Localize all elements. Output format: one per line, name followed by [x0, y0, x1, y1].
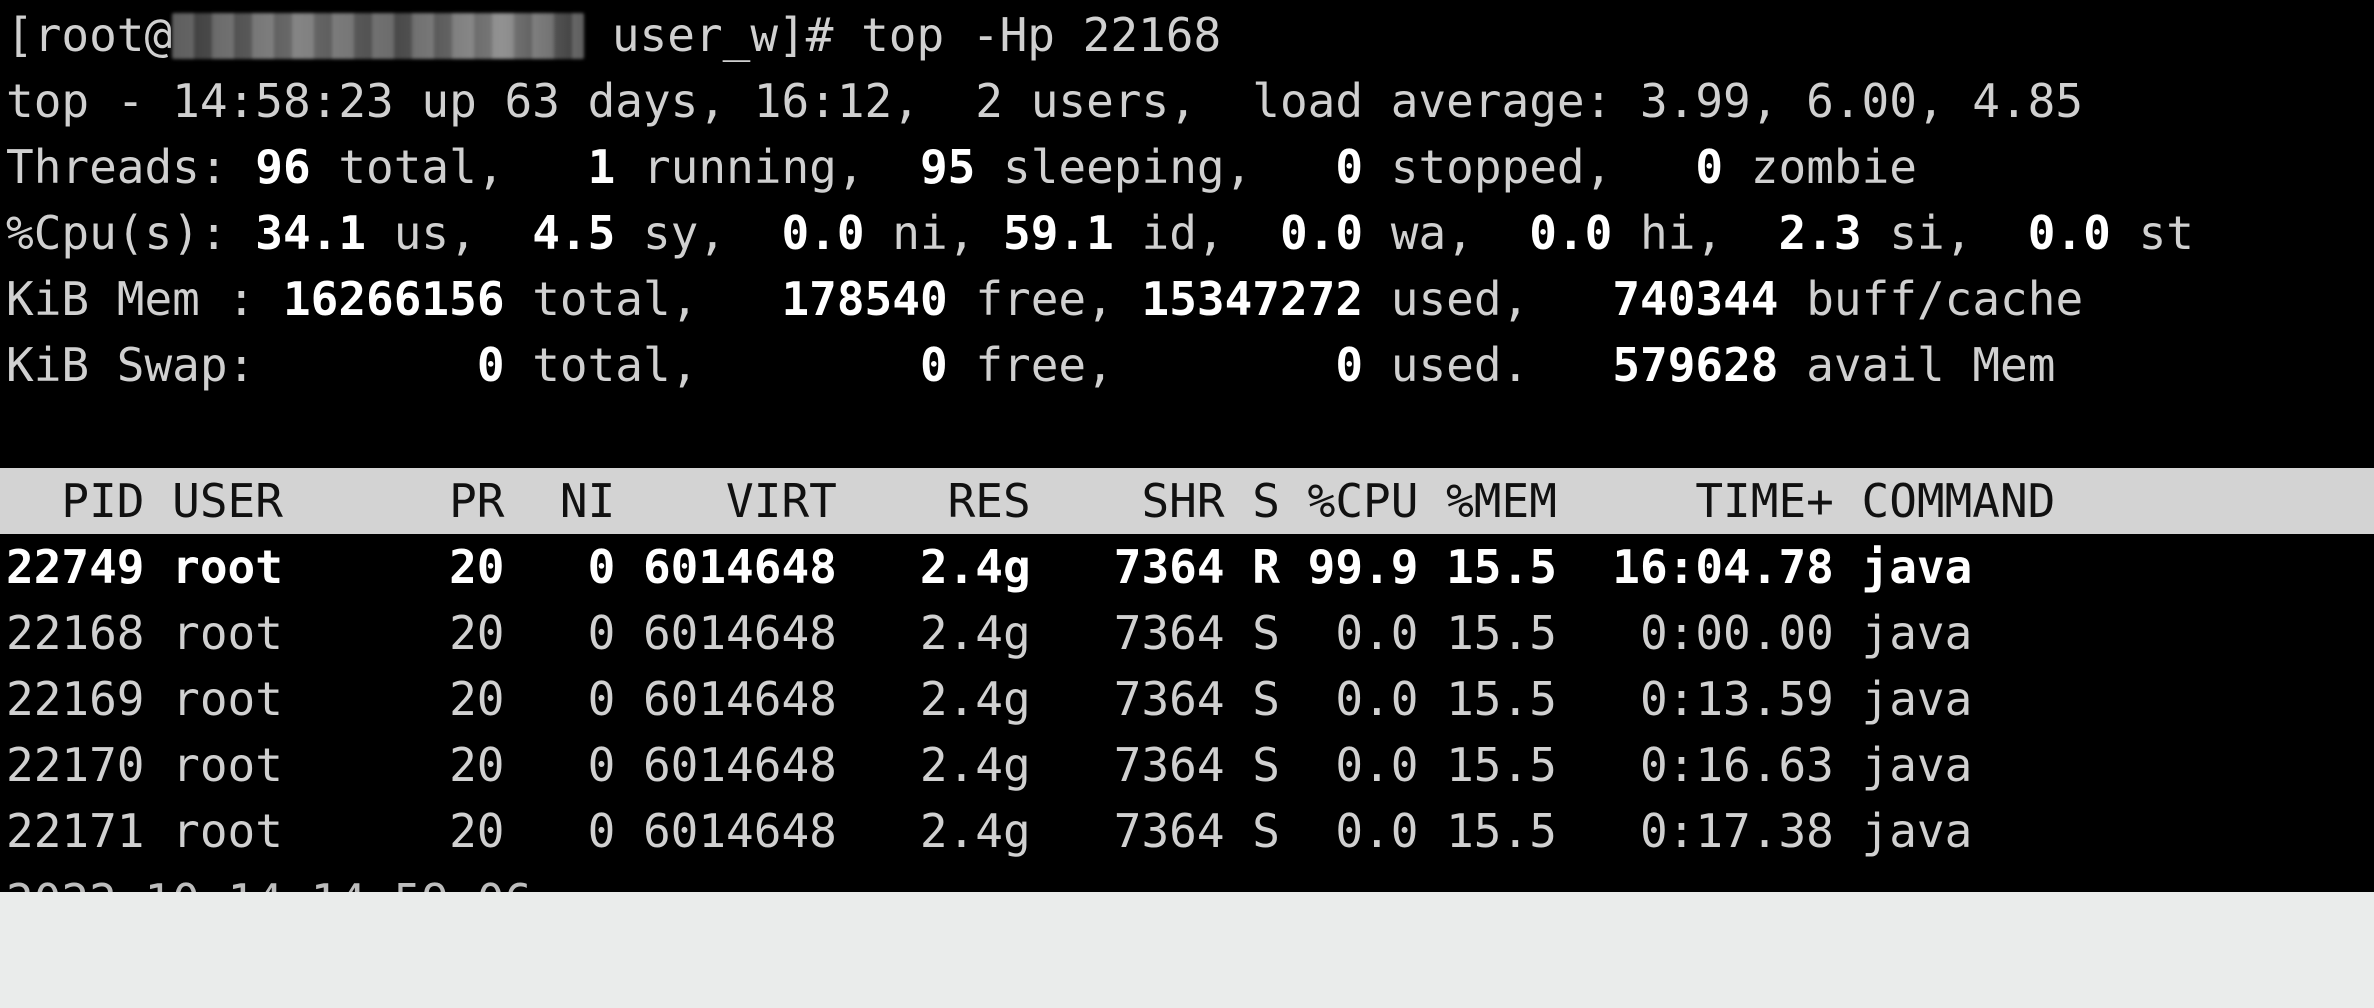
table-row: 22749 root 20 0 6014648 2.4g 7364 R 99.9…	[6, 540, 1973, 594]
threads-stopped-label: stopped,	[1363, 140, 1696, 194]
mem-buff-label: buff/cache	[1778, 272, 2084, 326]
cpu-ni: 0.0	[781, 206, 865, 260]
threads-stopped: 0	[1335, 140, 1364, 194]
swap-avail-label: avail Mem	[1778, 338, 2056, 392]
table-row: 22168 root 20 0 6014648 2.4g 7364 S 0.0 …	[6, 606, 1973, 660]
swap-avail-mem: 579628	[1612, 338, 1779, 392]
cpu-hi-label: hi,	[1612, 206, 1779, 260]
cpu-ni-label: ni,	[864, 206, 1004, 260]
window-background-area	[0, 892, 2374, 1008]
swap-line: KiB Swap: 0 total, 0 free, 0 used. 57962…	[6, 332, 2055, 398]
prompt-command: user_w]# top -Hp 22168	[584, 8, 1222, 62]
threads-label: Threads:	[6, 140, 256, 194]
terminal-window[interactable]: [root@ user_w]# top -Hp 22168 top - 14:5…	[0, 0, 2374, 892]
mem-label: KiB Mem :	[6, 272, 283, 326]
threads-sleeping-label: sleeping,	[975, 140, 1336, 194]
cpu-id: 59.1	[1003, 206, 1114, 260]
threads-sleeping: 95	[919, 140, 976, 194]
swap-free-label: free,	[947, 338, 1336, 392]
threads-running: 1	[587, 140, 616, 194]
cpu-label: %Cpu(s):	[6, 206, 256, 260]
swap-used-label: used.	[1363, 338, 1613, 392]
swap-total-label: total,	[504, 338, 920, 392]
cpu-st-label: st	[2110, 206, 2194, 260]
threads-zombie-label: zombie	[1723, 140, 1917, 194]
mem-total: 16266156	[282, 272, 505, 326]
cut-off-log-line: 2022-10-14 14:59:06	[6, 868, 532, 892]
threads-line: Threads: 96 total, 1 running, 95 sleepin…	[6, 134, 1917, 200]
swap-label: KiB Swap:	[6, 338, 477, 392]
table-row: 22170 root 20 0 6014648 2.4g 7364 S 0.0 …	[6, 738, 1973, 792]
table-header-text: PID USER PR NI VIRT RES SHR S %CPU %MEM …	[6, 474, 2056, 528]
cpu-wa-label: wa,	[1363, 206, 1530, 260]
threads-total-label: total,	[310, 140, 588, 194]
shell-prompt-line: [root@ user_w]# top -Hp 22168	[6, 2, 1221, 68]
threads-total: 96	[255, 140, 311, 194]
threads-running-label: running,	[615, 140, 920, 194]
cpu-sy: 4.5	[532, 206, 616, 260]
mem-buff-cache: 740344	[1612, 272, 1779, 326]
cpu-line: %Cpu(s): 34.1 us, 4.5 sy, 0.0 ni, 59.1 i…	[6, 200, 2194, 266]
cpu-sy-label: sy,	[615, 206, 782, 260]
swap-total: 0	[476, 338, 505, 392]
table-row: 22169 root 20 0 6014648 2.4g 7364 S 0.0 …	[6, 672, 1973, 726]
process-table-header: PID USER PR NI VIRT RES SHR S %CPU %MEM …	[0, 468, 2374, 534]
prompt-user: [root@	[6, 8, 173, 62]
mem-free-label: free,	[947, 272, 1142, 326]
cpu-id-label: id,	[1113, 206, 1280, 260]
cpu-si: 2.3	[1778, 206, 1862, 260]
redacted-hostname	[172, 12, 585, 59]
threads-zombie: 0	[1695, 140, 1724, 194]
cpu-us-label: us,	[366, 206, 533, 260]
swap-free: 0	[919, 338, 948, 392]
cpu-wa: 0.0	[1280, 206, 1364, 260]
mem-total-label: total,	[504, 272, 782, 326]
mem-used-label: used,	[1363, 272, 1613, 326]
uptime-line: top - 14:58:23 up 63 days, 16:12, 2 user…	[6, 74, 2084, 128]
cpu-hi: 0.0	[1529, 206, 1613, 260]
swap-used: 0	[1335, 338, 1364, 392]
mem-used: 15347272	[1141, 272, 1364, 326]
cpu-st: 0.0	[2027, 206, 2111, 260]
cpu-us: 34.1	[255, 206, 367, 260]
cpu-si-label: si,	[1861, 206, 2028, 260]
mem-free: 178540	[781, 272, 948, 326]
mem-line: KiB Mem : 16266156 total, 178540 free, 1…	[6, 266, 2083, 332]
table-row: 22171 root 20 0 6014648 2.4g 7364 S 0.0 …	[6, 804, 1973, 858]
